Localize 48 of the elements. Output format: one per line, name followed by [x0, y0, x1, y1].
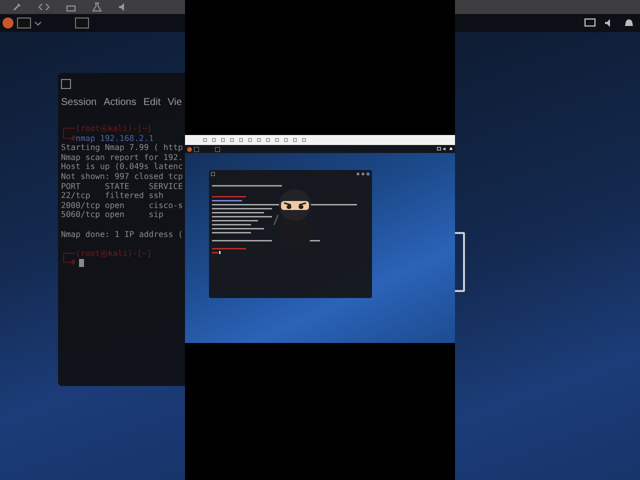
terminal-output: PORT STATE SERVICE: [61, 180, 183, 191]
menu-item[interactable]: Actions: [104, 97, 136, 108]
monitor-icon[interactable]: [584, 18, 596, 28]
menu-item[interactable]: Session: [61, 97, 97, 108]
terminal-output: Not shown: 997 closed tcp: [61, 170, 183, 181]
terminal-icon: [61, 79, 71, 89]
terminal-command: nmap 192.168.2.1: [76, 132, 154, 143]
bell-icon[interactable]: [624, 18, 634, 28]
bell-icon[interactable]: [449, 147, 453, 151]
terminal-output: 22/tcp filtered ssh: [61, 190, 164, 200]
wrench-icon[interactable]: [12, 2, 22, 12]
toolbar-icon[interactable]: [230, 138, 234, 142]
toolbar-icon[interactable]: [257, 138, 261, 142]
terminal-icon[interactable]: [194, 146, 199, 152]
terminal-output: Nmap done: 1 IP address (: [61, 228, 183, 239]
window-controls-icon[interactable]: [356, 172, 370, 176]
toolbar-icon[interactable]: [239, 138, 243, 142]
terminal-output: 5060/tcp open sip: [61, 209, 164, 220]
caret-icon[interactable]: [34, 19, 42, 27]
terminal-prompt: ┌──(root㉿kali)-[~]: [61, 123, 152, 133]
terminal-output: Nmap scan report for 192.: [61, 152, 183, 162]
text-cursor: [78, 259, 84, 268]
toolbar-icon[interactable]: [203, 138, 207, 142]
prompt-symbol: └─#: [61, 132, 76, 143]
terminal-output: Host is up (0.049s latenc: [61, 161, 183, 172]
toolbar-icon[interactable]: [266, 138, 270, 142]
toolbar-icon[interactable]: [302, 138, 306, 142]
terminal-output: 2000/tcp open cisco-s: [61, 200, 183, 210]
toolbar-icon[interactable]: [284, 138, 288, 142]
code-icon[interactable]: [38, 2, 50, 12]
terminal-icon: [211, 172, 215, 176]
monitor-icon[interactable]: [437, 147, 441, 151]
menu-item[interactable]: Vie: [168, 97, 182, 108]
toolbar-icon[interactable]: [275, 138, 279, 142]
terminal-icon[interactable]: [75, 17, 89, 29]
speaker-icon[interactable]: [443, 147, 447, 151]
toolbar-icon[interactable]: [221, 138, 225, 142]
terminal-icon[interactable]: [17, 17, 31, 29]
terminal-icon[interactable]: [215, 146, 220, 152]
terminal-prompt: ┌──(root㉿kali)-[~]: [61, 248, 152, 258]
toolbar-icon[interactable]: [248, 138, 252, 142]
prompt-symbol: └─#: [61, 257, 76, 268]
menu-item[interactable]: Edit: [143, 97, 161, 108]
terminal-output: Starting Nmap 7.99 ( http: [61, 142, 183, 152]
toolbar-icon[interactable]: [212, 138, 216, 142]
toolbar-icon[interactable]: [293, 138, 297, 142]
flask-icon[interactable]: [92, 2, 102, 12]
logo-frame: [455, 232, 465, 292]
